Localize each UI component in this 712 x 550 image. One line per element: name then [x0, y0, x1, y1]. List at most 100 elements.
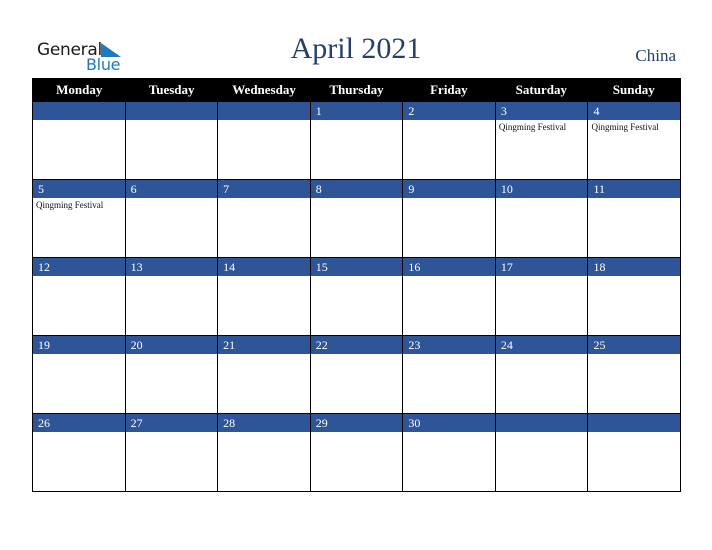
- day-body: [403, 120, 495, 179]
- day-cell[interactable]: 21: [218, 336, 311, 413]
- day-body: [311, 432, 403, 491]
- day-cell[interactable]: 17: [495, 258, 589, 335]
- day-cell[interactable]: [33, 102, 126, 179]
- day-number: 20: [125, 336, 218, 354]
- day-cell[interactable]: 14: [218, 258, 311, 335]
- day-number: 27: [125, 414, 218, 432]
- day-body: [126, 198, 218, 257]
- day-body: [218, 120, 310, 179]
- day-cell[interactable]: 1: [310, 102, 404, 179]
- day-body: [588, 198, 680, 257]
- day-body: [33, 120, 125, 179]
- day-cell[interactable]: 3 Qingming Festival: [495, 102, 589, 179]
- day-cell[interactable]: 24: [495, 336, 589, 413]
- day-body: [218, 276, 310, 335]
- day-body: [403, 354, 495, 413]
- day-body: [33, 276, 125, 335]
- day-cell[interactable]: 5 Qingming Festival: [33, 180, 126, 257]
- day-body: [496, 354, 588, 413]
- day-cell[interactable]: 6: [125, 180, 219, 257]
- day-cell[interactable]: 7: [218, 180, 311, 257]
- day-cell[interactable]: 20: [125, 336, 219, 413]
- week-row: 26 27 28 29 30: [33, 414, 681, 491]
- day-number: 3: [495, 102, 588, 120]
- day-number: 10: [495, 180, 588, 198]
- day-number: [218, 102, 310, 120]
- calendar-title: April 2021: [290, 32, 422, 65]
- day-number: 25: [588, 336, 681, 354]
- day-number: [588, 414, 681, 432]
- day-body: [126, 120, 218, 179]
- day-cell[interactable]: [495, 414, 589, 491]
- day-number: 28: [218, 414, 310, 432]
- day-cell[interactable]: 25: [588, 336, 681, 413]
- day-cell[interactable]: 27: [125, 414, 219, 491]
- day-body: [496, 432, 588, 491]
- day-number: 2: [403, 102, 495, 120]
- day-number: 26: [33, 414, 125, 432]
- day-cell[interactable]: 18: [588, 258, 681, 335]
- day-body: Qingming Festival: [496, 120, 588, 179]
- day-cell[interactable]: 16: [403, 258, 496, 335]
- day-cell[interactable]: 11: [588, 180, 681, 257]
- day-cell[interactable]: 19: [33, 336, 126, 413]
- holiday-event: Qingming Festival: [498, 122, 567, 132]
- weeks-container: 1 2 3 Qingming Festival 4 Qingming Festival 5 Q…: [33, 102, 681, 491]
- day-cell[interactable]: [125, 102, 219, 179]
- day-body: [126, 354, 218, 413]
- day-cell[interactable]: 23: [403, 336, 496, 413]
- day-cell[interactable]: [218, 102, 311, 179]
- day-number: 11: [588, 180, 681, 198]
- day-body: [218, 432, 310, 491]
- weekday-header-row: Monday Tuesday Wednesday Thursday Friday…: [33, 78, 680, 102]
- day-number: 7: [218, 180, 310, 198]
- day-cell[interactable]: [588, 414, 681, 491]
- day-cell[interactable]: 28: [218, 414, 311, 491]
- week-row: 5 Qingming Festival 6 7 8 9 10 11: [33, 180, 681, 258]
- calendar-grid: Monday Tuesday Wednesday Thursday Friday…: [32, 78, 681, 492]
- day-number: 21: [218, 336, 310, 354]
- day-number: [125, 102, 218, 120]
- day-body: [33, 354, 125, 413]
- day-number: 4: [588, 102, 681, 120]
- day-cell[interactable]: 15: [310, 258, 404, 335]
- day-number: 24: [495, 336, 588, 354]
- weekday-header: Sunday: [612, 82, 655, 97]
- day-body: [218, 354, 310, 413]
- day-number: 30: [403, 414, 495, 432]
- day-body: [403, 276, 495, 335]
- day-number: 19: [33, 336, 125, 354]
- day-cell[interactable]: 8: [310, 180, 404, 257]
- day-body: [403, 432, 495, 491]
- holiday-event: Qingming Festival: [591, 122, 659, 132]
- day-body: Qingming Festival: [588, 120, 680, 179]
- day-number: 17: [495, 258, 588, 276]
- weekday-header: Monday: [56, 82, 103, 97]
- day-number: 13: [125, 258, 218, 276]
- day-cell[interactable]: 22: [310, 336, 404, 413]
- day-cell[interactable]: 4 Qingming Festival: [588, 102, 681, 179]
- day-number: 16: [403, 258, 495, 276]
- day-body: [588, 354, 680, 413]
- day-body: [33, 432, 125, 491]
- day-body: Qingming Festival: [33, 198, 125, 257]
- day-cell[interactable]: 9: [403, 180, 496, 257]
- day-body: [218, 198, 310, 257]
- day-number: 29: [310, 414, 403, 432]
- day-cell[interactable]: 10: [495, 180, 589, 257]
- day-body: [311, 276, 403, 335]
- day-number: 14: [218, 258, 310, 276]
- day-number: [33, 102, 125, 120]
- day-cell[interactable]: 30: [403, 414, 496, 491]
- day-number: 1: [310, 102, 403, 120]
- day-number: 22: [310, 336, 403, 354]
- day-body: [311, 354, 403, 413]
- weekday-header: Tuesday: [148, 82, 195, 97]
- day-cell[interactable]: 26: [33, 414, 126, 491]
- day-body: [311, 120, 403, 179]
- day-cell[interactable]: 12: [33, 258, 126, 335]
- day-cell[interactable]: 2: [403, 102, 496, 179]
- day-cell[interactable]: 13: [125, 258, 219, 335]
- day-cell[interactable]: 29: [310, 414, 404, 491]
- week-row: 1 2 3 Qingming Festival 4 Qingming Festival: [33, 102, 681, 180]
